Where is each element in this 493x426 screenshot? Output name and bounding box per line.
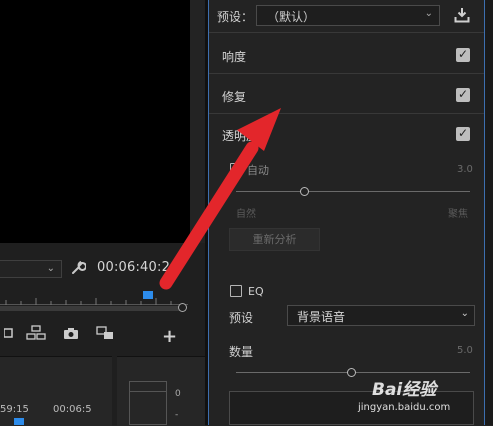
chevron-down-icon: ⌄ — [424, 8, 433, 19]
add-button-icon[interactable]: + — [162, 326, 177, 347]
loudness-checkbox[interactable]: ✓ — [456, 47, 470, 62]
download-preset-icon[interactable] — [454, 7, 470, 23]
timeline-panel — [0, 356, 112, 426]
clarity-checkbox[interactable]: ✓ — [456, 126, 470, 141]
panel-focus-border — [484, 0, 485, 425]
eq-preset-value: 背景语音 — [297, 310, 346, 324]
meter-scale-1: - — [175, 410, 179, 420]
section-clarity-label[interactable]: 透明度 — [222, 127, 258, 144]
export-frame-icon[interactable] — [0, 325, 18, 341]
section-separator — [209, 32, 484, 33]
clarity-slider-track[interactable] — [236, 191, 470, 192]
reanalyze-button[interactable]: 重新分析 — [229, 228, 320, 251]
watermark-brand: Bai经验 — [372, 380, 437, 400]
zoom-scroll-handle[interactable] — [178, 303, 187, 312]
program-monitor-video — [0, 0, 190, 243]
zoom-scroll-bar[interactable] — [0, 306, 186, 311]
checkbox-checked-icon: ✓ — [458, 47, 469, 61]
timeline-time-label: 00:06:5 — [53, 404, 92, 415]
meter-divider — [129, 391, 167, 392]
section-separator — [209, 73, 484, 74]
range-min-label: 自然 — [236, 209, 256, 220]
panel-scroll-strip — [485, 0, 493, 425]
eq-preset-dropdown[interactable]: 背景语音 ⌄ — [287, 305, 475, 326]
baidu-watermark: Bai经验 jingyan.baidu.com — [350, 375, 480, 425]
comparison-view-icon[interactable] — [96, 325, 114, 341]
audio-meter — [129, 381, 167, 425]
amount-value: 5.0 — [457, 345, 473, 356]
preset-dropdown[interactable]: （默认） ⌄ — [256, 5, 440, 26]
camera-icon[interactable] — [62, 325, 80, 341]
playhead-timecode[interactable]: 00:06:40:2 — [97, 260, 170, 275]
repair-checkbox[interactable]: ✓ — [456, 87, 470, 102]
wrench-icon[interactable] — [70, 259, 87, 277]
auto-checkbox[interactable] — [230, 163, 242, 175]
eq-preset-label: 预设 — [229, 311, 254, 325]
time-ruler[interactable] — [0, 290, 188, 305]
checkbox-checked-icon: ✓ — [458, 87, 469, 101]
eq-label: EQ — [248, 285, 264, 298]
lift-icon[interactable] — [26, 325, 46, 341]
preset-label: 预设： — [217, 10, 254, 24]
eq-checkbox[interactable] — [230, 285, 242, 297]
chevron-down-icon: ⌄ — [460, 308, 469, 319]
playhead-marker[interactable] — [143, 291, 153, 299]
fit-zoom-dropdown[interactable]: ⌄ — [0, 260, 62, 278]
section-loudness-label[interactable]: 响度 — [222, 48, 246, 65]
timeline-playhead[interactable] — [14, 418, 24, 425]
amount-label: 数量 — [229, 345, 254, 359]
auto-value: 3.0 — [457, 164, 473, 175]
meter-scale-0: 0 — [175, 389, 181, 399]
checkbox-checked-icon: ✓ — [458, 126, 469, 140]
preset-value: （默认） — [267, 10, 316, 24]
panel-focus-border — [208, 0, 209, 425]
section-repair-label[interactable]: 修复 — [222, 88, 246, 105]
auto-label: 自动 — [247, 164, 269, 177]
watermark-url: jingyan.baidu.com — [358, 402, 451, 413]
chevron-down-icon: ⌄ — [46, 263, 55, 274]
timeline-time-label: 59:15 — [0, 404, 29, 415]
section-separator — [209, 113, 484, 114]
range-max-label: 聚焦 — [448, 209, 468, 220]
clarity-slider-handle[interactable] — [300, 187, 309, 196]
